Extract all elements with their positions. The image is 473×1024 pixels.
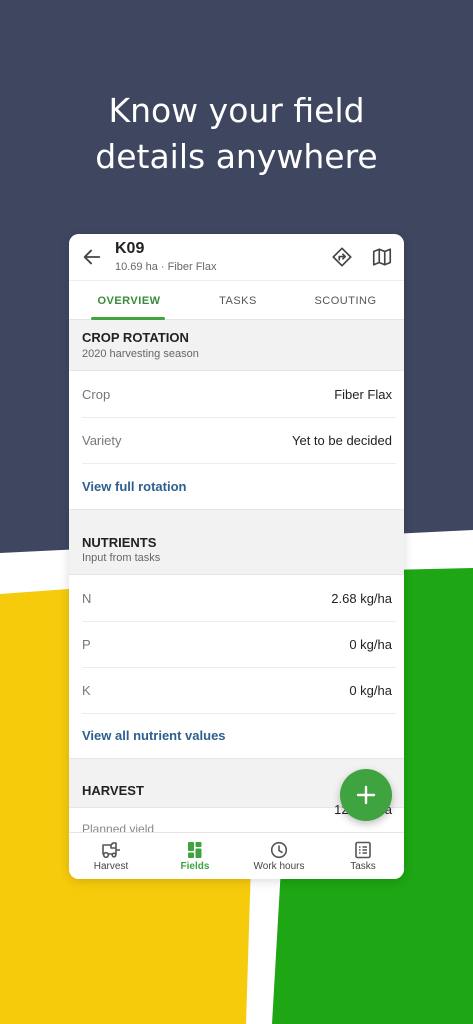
planned-yield-label: Planned yield (82, 822, 155, 832)
tab-scouting[interactable]: SCOUTING (287, 281, 404, 321)
add-button[interactable] (340, 769, 392, 821)
field-header: K09 10.69 ha · Fiber Flax (69, 234, 404, 280)
nav-harvest[interactable]: Harvest (69, 833, 153, 879)
nutrient-row-n: N 2.68 kg/ha (69, 576, 404, 622)
clock-icon (270, 841, 288, 859)
nutrient-value-n: 2.68 kg/ha (331, 591, 392, 606)
headline-line-1: Know your field (108, 91, 365, 130)
nutrient-value-k: 0 kg/ha (349, 683, 392, 698)
nav-harvest-label: Harvest (93, 861, 129, 872)
promo-headline: Know your field details anywhere (0, 88, 473, 180)
plus-icon (356, 785, 376, 805)
row-divider (82, 713, 396, 714)
nutrients-header: NUTRIENTS Input from tasks (69, 509, 404, 575)
nutrient-row-p: P 0 kg/ha (69, 622, 404, 668)
nav-fields[interactable]: Fields (153, 833, 237, 879)
crop-rotation-subtitle: 2020 harvesting season (82, 348, 199, 360)
directions-icon[interactable] (331, 246, 353, 268)
nav-work-hours[interactable]: Work hours (237, 833, 321, 879)
nav-tasks-label: Tasks (350, 861, 376, 872)
crop-rotation-header: CROP ROTATION 2020 harvesting season (69, 320, 404, 371)
nutrient-label-n: N (82, 591, 92, 606)
overview-content[interactable]: CROP ROTATION 2020 harvesting season Cro… (69, 320, 404, 832)
variety-value: Yet to be decided (292, 433, 392, 448)
nav-tasks[interactable]: Tasks (321, 833, 404, 879)
nav-fields-label: Fields (180, 861, 210, 872)
nutrient-row-k: K 0 kg/ha (69, 668, 404, 714)
tab-tasks[interactable]: TASKS (189, 281, 287, 321)
harvester-icon (102, 842, 120, 859)
arrow-left-icon[interactable] (81, 246, 103, 268)
nutrients-title: NUTRIENTS (82, 535, 157, 550)
crop-rotation-title: CROP ROTATION (82, 330, 189, 345)
harvest-title: HARVEST (82, 783, 144, 798)
nutrients-subtitle: Input from tasks (82, 552, 161, 564)
nutrient-label-p: P (82, 637, 91, 652)
view-full-rotation-link[interactable]: View full rotation (82, 479, 187, 494)
variety-label: Variety (82, 433, 122, 448)
field-subtitle: 10.69 ha · Fiber Flax (115, 261, 217, 273)
tab-overview[interactable]: OVERVIEW (69, 281, 189, 321)
tasks-list-icon (355, 841, 371, 859)
view-all-nutrients-link[interactable]: View all nutrient values (82, 728, 226, 743)
crop-row: Crop Fiber Flax (69, 372, 404, 418)
app-screen: K09 10.69 ha · Fiber Flax OVERVIEW TASKS… (69, 234, 404, 879)
field-name: K09 (115, 240, 145, 257)
row-divider (82, 463, 396, 464)
crop-label: Crop (82, 387, 111, 402)
fields-icon (188, 842, 202, 858)
variety-row: Variety Yet to be decided (69, 418, 404, 464)
nav-work-hours-label: Work hours (253, 861, 305, 872)
map-icon[interactable] (371, 246, 393, 268)
tab-bar: OVERVIEW TASKS SCOUTING (69, 280, 404, 320)
nutrient-value-p: 0 kg/ha (349, 637, 392, 652)
crop-value: Fiber Flax (334, 387, 392, 402)
bottom-navigation: Harvest Fields Work hours Tasks (69, 832, 404, 879)
headline-line-2: details anywhere (95, 137, 378, 176)
nutrient-label-k: K (82, 683, 91, 698)
